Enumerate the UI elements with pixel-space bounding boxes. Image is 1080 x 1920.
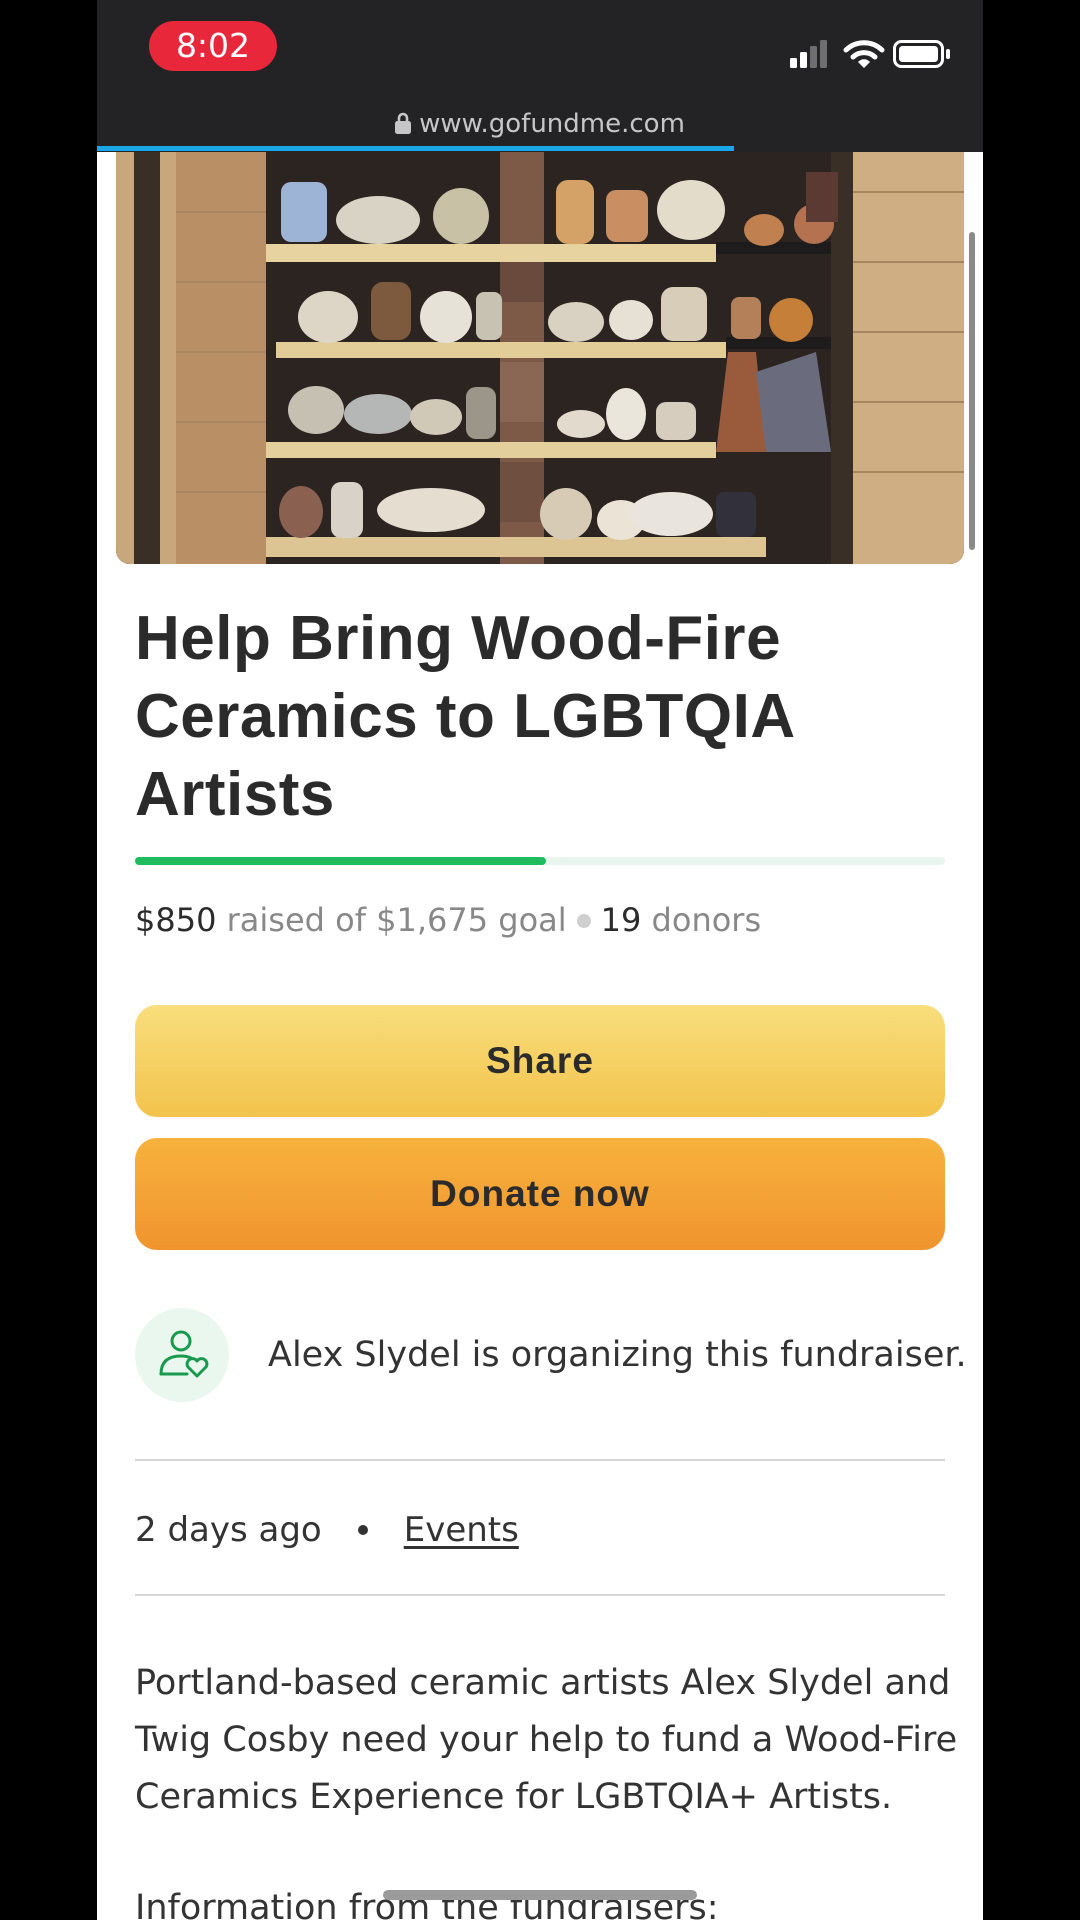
lock-icon [395,112,412,134]
posted-date: 2 days ago [135,1510,322,1550]
divider [135,1459,945,1461]
phone-screen: 8:02 www.gofundme.com Help Bring Wood-Fi… [97,0,983,1920]
share-button[interactable]: Share [135,1005,945,1117]
wifi-icon [843,40,885,68]
divider [135,1594,945,1596]
funding-stats: $850 raised of $1,675 goal 19 donors [135,898,955,942]
campaign-title: Help Bring Wood-Fire Ceramics to LGBTQIA… [135,604,794,829]
category-link-events[interactable]: Events [404,1510,519,1550]
home-indicator[interactable] [383,1890,697,1900]
donate-now-button[interactable]: Donate now [135,1138,945,1250]
campaign-hero-image[interactable] [116,152,964,564]
status-bar: 8:02 www.gofundme.com [97,0,983,152]
separator-dot [357,1525,368,1535]
kiln-shelves-image [116,152,964,564]
signal-icon [790,40,827,68]
funding-progress-fill [135,857,546,865]
amount-raised: $850 [135,901,217,939]
fundraiser-info-heading: Information from the fundraisers: [135,1888,719,1920]
separator-dot [576,914,591,928]
donor-count: 19 [600,901,642,939]
organizer-avatar [135,1308,229,1402]
battery-icon [893,40,950,68]
status-time: 8:02 [149,21,277,71]
page-scrollbar[interactable] [969,232,975,550]
page-load-progress [97,146,734,151]
campaign-meta: 2 days ago Events [135,1505,519,1555]
organizer-text: Alex Slydel is organizing this fundraise… [268,1335,967,1375]
url-text: www.gofundme.com [419,109,685,139]
organizer-heart-icon [159,1330,209,1378]
goal-text: raised of $1,675 goal [226,901,567,939]
donors-label: donors [651,901,762,939]
campaign-description: Portland-based ceramic artists Alex Slyd… [135,1663,958,1817]
address-bar[interactable]: www.gofundme.com [97,104,983,144]
funding-progress-bar [135,857,945,865]
